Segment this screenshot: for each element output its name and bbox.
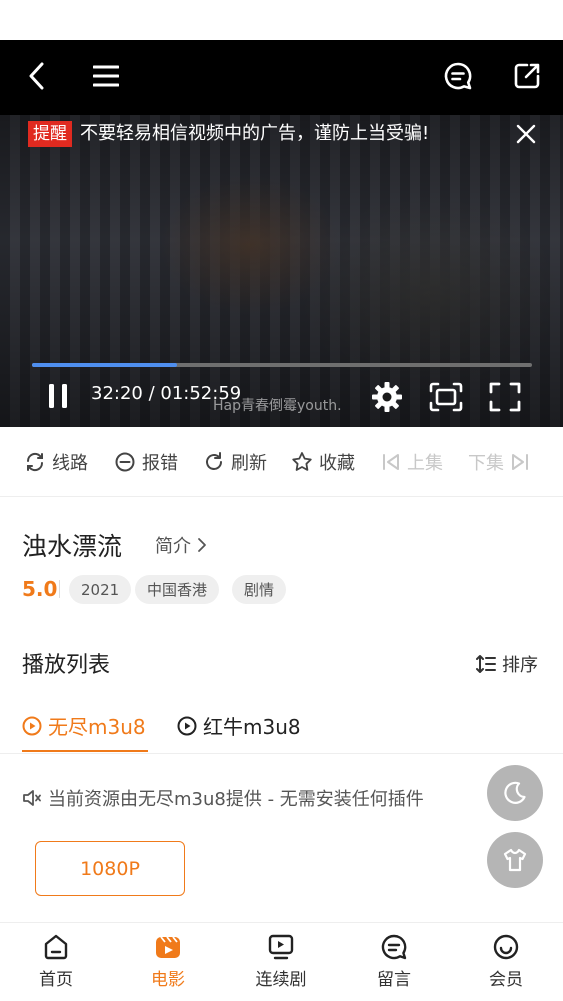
next-episode-button[interactable]: 下集 <box>468 449 536 475</box>
active-tab-underline <box>22 750 148 752</box>
tag-year: 2021 <box>69 575 132 604</box>
intro-label: 简介 <box>155 536 191 557</box>
route-switch-icon <box>26 452 44 472</box>
bottom-tab-bar: 首页 电影 连续剧 留言 会员 <box>0 922 563 1000</box>
progress-fill <box>32 363 177 367</box>
chevron-right-icon <box>198 538 206 552</box>
prev-label: 上集 <box>407 453 443 474</box>
sort-icon <box>476 655 496 673</box>
previous-episode-button[interactable]: 上集 <box>381 449 443 475</box>
source-tab-hongniu[interactable]: 红牛m3u8 <box>177 711 301 740</box>
favorite-button[interactable]: 收藏 <box>291 449 355 475</box>
pause-icon[interactable] <box>44 380 72 412</box>
tab-member[interactable]: 会员 <box>461 923 551 1001</box>
movie-icon <box>156 936 180 958</box>
dark-mode-button[interactable] <box>487 765 543 821</box>
skip-previous-icon <box>383 454 399 470</box>
favorite-label: 收藏 <box>319 453 355 474</box>
status-bar <box>0 0 563 40</box>
picture-in-picture-icon[interactable] <box>428 380 464 414</box>
minus-circle-icon <box>115 452 135 472</box>
home-icon <box>44 934 68 960</box>
sort-button[interactable]: 排序 <box>476 651 538 677</box>
report-error-button[interactable]: 报错 <box>114 449 178 475</box>
player-actions-row: 线路 报错 刷新 收藏 上集 下集 <box>0 427 563 497</box>
report-label: 报错 <box>142 453 178 474</box>
quality-button-1080p[interactable]: 1080P <box>35 841 185 896</box>
video-player[interactable]: 提醒 不要轻易相信视频中的广告，谨防上当受骗! 32:20 / 01:52:59… <box>0 40 563 427</box>
message-icon <box>381 934 407 960</box>
speaker-icon <box>23 790 41 806</box>
refresh-button[interactable]: 刷新 <box>203 449 267 475</box>
refresh-label: 刷新 <box>231 453 267 474</box>
video-overlay <box>0 115 563 427</box>
play-circle-icon <box>177 716 197 735</box>
tab-message[interactable]: 留言 <box>349 923 439 1001</box>
tag-region: 中国香港 <box>135 575 220 604</box>
play-circle-icon <box>22 716 42 735</box>
movie-title: 浊水漂流 <box>22 532 123 561</box>
tab-label: 首页 <box>39 970 73 990</box>
tab-label: 连续剧 <box>255 970 307 990</box>
member-icon <box>493 934 519 960</box>
progress-bar[interactable] <box>32 363 532 367</box>
rating-score: 5.0 <box>22 577 58 601</box>
moon-icon <box>504 781 526 804</box>
video-subtitle: Hap青春倒霉youth. <box>213 398 342 414</box>
tab-label: 留言 <box>377 970 411 990</box>
tab-tv-series[interactable]: 连续剧 <box>236 923 326 1001</box>
tab-movie[interactable]: 电影 <box>123 923 213 1001</box>
tab-label: 会员 <box>489 970 523 990</box>
tag-genre: 剧情 <box>232 575 287 604</box>
source-tab-wujin[interactable]: 无尽m3u8 <box>22 711 146 740</box>
refresh-icon <box>206 452 222 470</box>
menu-icon[interactable] <box>90 58 122 94</box>
ad-warning-notice: 提醒 不要轻易相信视频中的广告，谨防上当受骗! <box>28 120 429 148</box>
route-label: 线路 <box>52 453 88 474</box>
notice-tag: 提醒 <box>28 121 72 147</box>
settings-gear-icon[interactable] <box>370 380 404 414</box>
tab-home[interactable]: 首页 <box>11 923 101 1001</box>
rating-divider <box>59 580 60 598</box>
tshirt-icon <box>503 848 527 872</box>
divider <box>0 753 563 754</box>
route-button[interactable]: 线路 <box>24 449 88 475</box>
source-info-text: 当前资源由无尽m3u8提供 - 无需安装任何插件 <box>48 789 424 810</box>
playlist-title: 播放列表 <box>22 653 111 678</box>
source-info: 当前资源由无尽m3u8提供 - 无需安装任何插件 <box>22 785 424 811</box>
danmaku-icon[interactable] <box>441 58 475 94</box>
fullscreen-icon[interactable] <box>487 380 523 414</box>
close-notice-icon[interactable] <box>512 120 540 148</box>
skip-next-icon <box>512 454 528 470</box>
player-top-bar <box>0 40 563 115</box>
source-tab-label: 红牛m3u8 <box>203 715 301 739</box>
star-icon <box>292 452 312 471</box>
notice-text: 不要轻易相信视频中的广告，谨防上当受骗! <box>80 123 430 144</box>
source-tab-label: 无尽m3u8 <box>48 715 146 739</box>
tab-label: 电影 <box>151 970 185 990</box>
share-icon[interactable] <box>510 58 544 94</box>
skin-button[interactable] <box>487 832 543 888</box>
intro-link[interactable]: 简介 <box>155 532 207 558</box>
tv-series-icon <box>268 934 294 960</box>
sort-label: 排序 <box>502 655 538 676</box>
back-icon[interactable] <box>20 58 52 94</box>
next-label: 下集 <box>468 453 504 474</box>
